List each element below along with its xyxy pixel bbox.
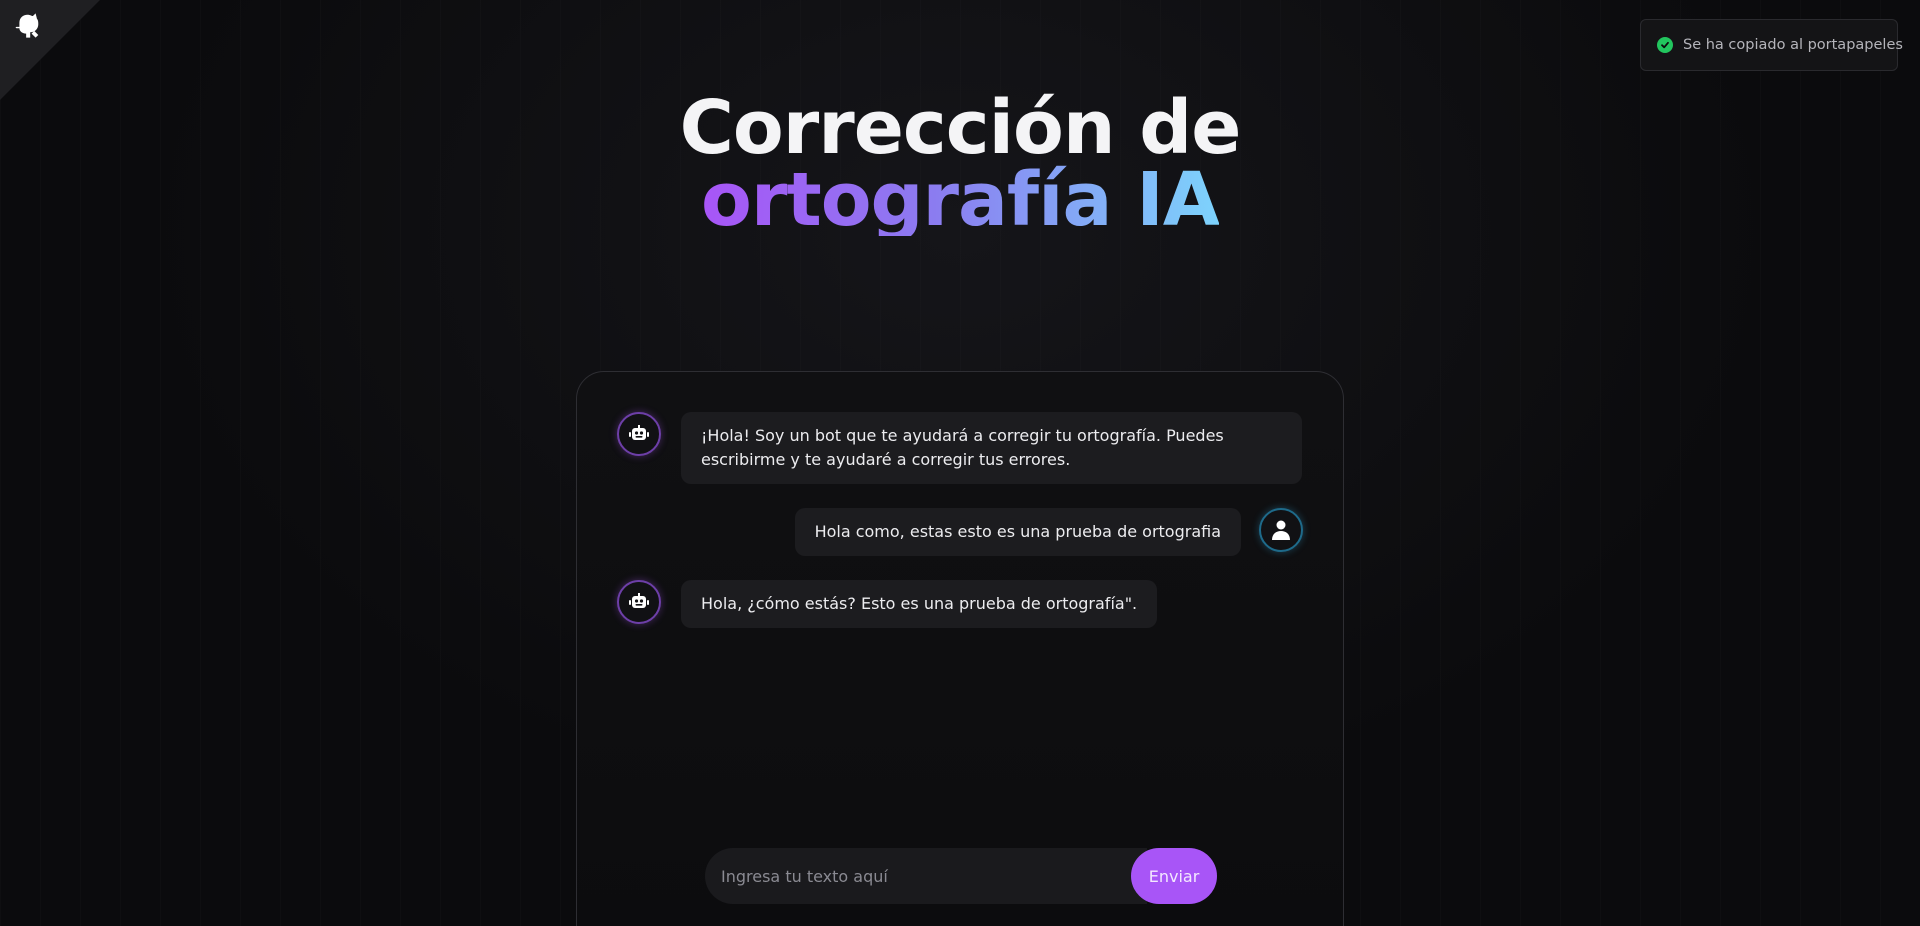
message-input[interactable] <box>705 848 1147 904</box>
copied-toast: Se ha copiado al portapapeles <box>1640 19 1903 71</box>
github-corner-link[interactable] <box>0 0 100 100</box>
title-line-1: Corrección de <box>679 85 1242 171</box>
bot-avatar <box>617 412 661 456</box>
send-button[interactable]: Enviar <box>1131 848 1217 904</box>
robot-icon <box>629 593 649 608</box>
check-circle-icon <box>1657 37 1673 53</box>
chat-container: ¡Hola! Soy un bot que te ayudará a corre… <box>576 371 1344 926</box>
page: Se ha copiado al portapapeles Corrección… <box>0 0 1920 926</box>
bot-message: ¡Hola! Soy un bot que te ayudará a corre… <box>617 412 1302 484</box>
user-message-text: Hola como, estas esto es una prueba de o… <box>794 508 1241 556</box>
bot-message: Hola, ¿cómo estás? Esto es una prueba de… <box>617 580 1158 628</box>
title-line-2-gradient: ortografía IA <box>700 157 1220 243</box>
toast-message: Se ha copiado al portapapeles <box>1683 37 1903 53</box>
page-title: Corrección de ortografía IA <box>0 85 1920 243</box>
message-composer: Enviar <box>705 848 1217 904</box>
user-message: Hola como, estas esto es una prueba de o… <box>794 508 1303 556</box>
github-octocat-icon <box>0 0 100 100</box>
bot-message-text: Hola, ¿cómo estás? Esto es una prueba de… <box>681 580 1158 628</box>
bot-avatar <box>617 580 661 624</box>
user-icon <box>1272 520 1290 540</box>
robot-icon <box>629 425 649 440</box>
user-avatar <box>1259 508 1303 552</box>
bot-message-text: ¡Hola! Soy un bot que te ayudará a corre… <box>681 412 1302 484</box>
